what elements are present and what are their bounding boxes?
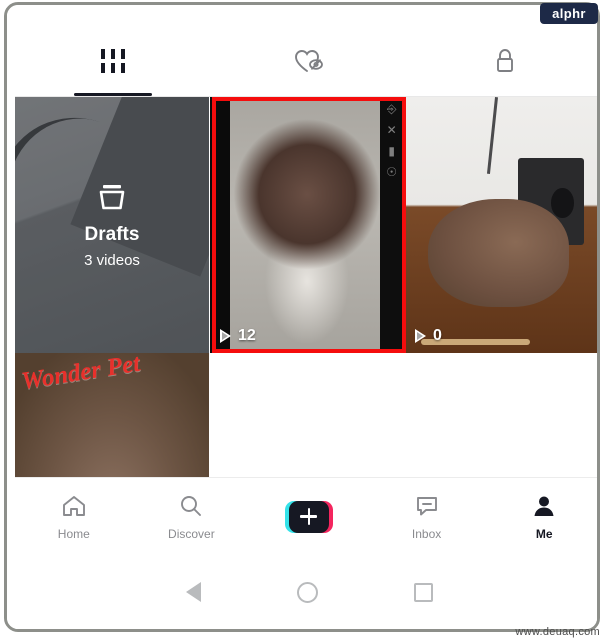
circle-home-icon[interactable]: [297, 582, 318, 603]
selected-video-tile[interactable]: ⎆ ✕ ▮ ☉ 12: [210, 97, 405, 353]
dog-detail: [428, 199, 568, 307]
play-count-value: 0: [433, 327, 442, 345]
play-icon: [220, 329, 231, 343]
play-count-badge: 12: [220, 327, 256, 345]
heart-hidden-icon: [294, 48, 324, 74]
video-thumbnail-dog-dresser: [405, 97, 600, 353]
screenshot-root: Drafts 3 videos ⎆ ✕ ▮ ☉: [0, 0, 604, 640]
drafts-overlay: Drafts 3 videos: [15, 97, 209, 353]
play-count-badge: 0: [415, 327, 442, 345]
tab-private[interactable]: [407, 25, 600, 97]
plus-icon[interactable]: [285, 501, 333, 533]
play-count-value: 12: [238, 327, 256, 345]
person-icon: [531, 492, 557, 520]
drafts-box-icon: [95, 181, 129, 218]
nav-label-inbox: Inbox: [412, 527, 441, 541]
bookmark-icon: ▮: [388, 145, 395, 157]
nav-item-discover[interactable]: Discover: [133, 492, 251, 541]
reply-icon: ⎆: [387, 103, 397, 115]
create-core: [289, 501, 329, 533]
home-icon: [61, 492, 87, 520]
drafts-tile[interactable]: Drafts 3 videos: [15, 97, 210, 353]
nav-label-home: Home: [58, 527, 90, 541]
square-recents-icon[interactable]: [414, 583, 433, 602]
close-icon: ✕: [387, 124, 397, 136]
tab-posts[interactable]: [15, 25, 211, 97]
overlay-icon-column: ⎆ ✕ ▮ ☉: [386, 103, 397, 178]
video-thumbnail-wet-dog: [210, 97, 404, 353]
tab-liked[interactable]: [211, 25, 407, 97]
video-tile-dog-dresser[interactable]: 0: [405, 97, 600, 353]
device-frame-inner: Drafts 3 videos ⎆ ✕ ▮ ☉: [7, 5, 597, 629]
grid-posts-icon: [101, 49, 125, 73]
site-watermark: www.deuaq.com: [515, 626, 600, 638]
alphr-logo: alphr: [540, 3, 598, 24]
inbox-icon: [414, 492, 440, 520]
lock-icon: [493, 47, 517, 75]
nav-label-me: Me: [536, 527, 553, 541]
nav-label-discover: Discover: [168, 527, 215, 541]
nav-item-inbox[interactable]: Inbox: [368, 492, 486, 541]
phone-viewport: Drafts 3 videos ⎆ ✕ ▮ ☉: [15, 25, 600, 629]
play-icon: [415, 329, 426, 343]
drafts-count: 3 videos: [84, 252, 140, 269]
nav-item-me[interactable]: Me: [485, 492, 600, 541]
search-icon: [178, 492, 204, 520]
cable-detail: [487, 97, 498, 174]
video-caption-text: Wonder Pet: [20, 353, 143, 396]
bottom-nav-bar: Home Discover: [15, 477, 600, 555]
nav-item-home[interactable]: Home: [15, 492, 133, 541]
triangle-back-icon[interactable]: [186, 582, 201, 602]
mute-icon: ☉: [386, 166, 397, 178]
drafts-title: Drafts: [85, 224, 140, 246]
device-frame: Drafts 3 videos ⎆ ✕ ▮ ☉: [4, 2, 600, 632]
profile-tab-strip: [15, 25, 600, 97]
nav-item-create[interactable]: [250, 501, 368, 533]
system-nav-bar: [15, 555, 600, 629]
